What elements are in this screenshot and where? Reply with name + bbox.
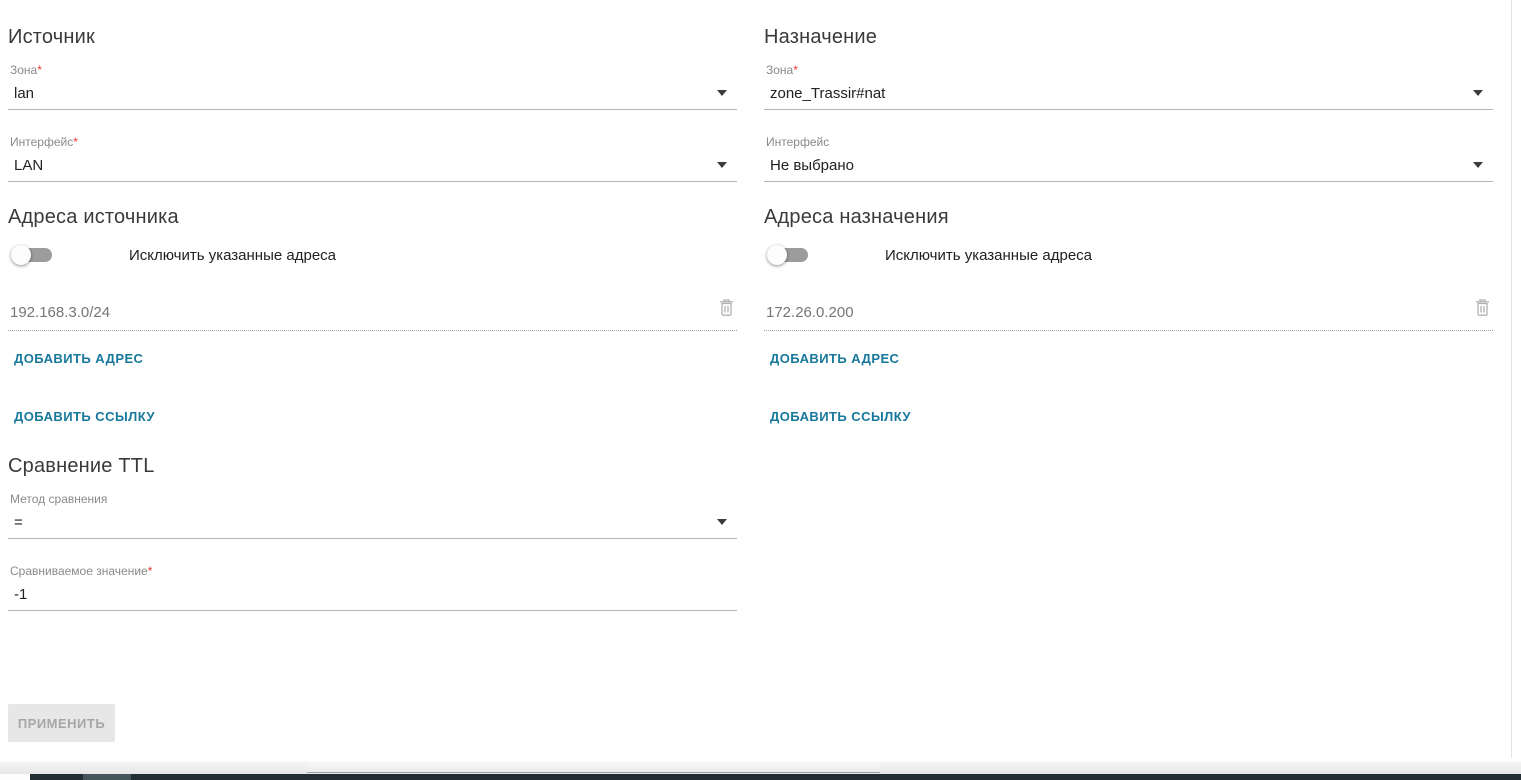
source-address-input[interactable] — [8, 303, 718, 322]
horizontal-scrollbar-track[interactable] — [0, 761, 1521, 774]
destination-zone-value[interactable]: zone_Trassir#nat — [764, 84, 1493, 103]
chevron-down-icon[interactable] — [717, 162, 727, 168]
required-asterisk: * — [147, 564, 153, 578]
trash-icon[interactable] — [718, 297, 735, 322]
source-interface-label: Интерфейс* — [8, 135, 737, 149]
ttl-value-field[interactable]: Сравниваемое значение* -1 — [8, 564, 737, 611]
destination-zone-label: Зона* — [764, 63, 1493, 77]
source-interface-label-text: Интерфейс — [10, 135, 74, 149]
source-exclude-toggle-row: Исключить указанные адреса — [8, 243, 737, 267]
source-zone-select[interactable]: Зона* lan — [8, 63, 737, 110]
destination-address-row — [764, 297, 1493, 331]
destination-interface-select[interactable]: Интерфейс Не выбрано — [764, 135, 1493, 182]
ttl-value-label: Сравниваемое значение* — [8, 564, 737, 578]
destination-exclude-toggle-row: Исключить указанные адреса — [764, 243, 1493, 267]
source-column: Источник Зона* lan Интерфейс* LAN Адреса… — [8, 0, 737, 611]
chevron-down-icon[interactable] — [717, 90, 727, 96]
horizontal-scrollbar-thumb[interactable] — [307, 763, 880, 773]
ttl-method-label-text: Метод сравнения — [10, 492, 108, 506]
toggle-thumb — [767, 245, 787, 265]
vertical-scrollbar-edge — [1511, 0, 1512, 758]
ttl-method-label: Метод сравнения — [8, 492, 737, 506]
required-asterisk: * — [37, 63, 42, 77]
taskbar-edge — [0, 774, 1521, 780]
destination-interface-label: Интерфейс — [764, 135, 1493, 149]
source-exclude-toggle[interactable] — [11, 245, 55, 265]
source-zone-value[interactable]: lan — [8, 84, 737, 103]
source-interface-select[interactable]: Интерфейс* LAN — [8, 135, 737, 182]
destination-exclude-toggle-label: Исключить указанные адреса — [885, 246, 1092, 264]
chevron-down-icon[interactable] — [717, 519, 727, 525]
destination-add-link-button[interactable]: ДОБАВИТЬ ССЫЛКУ — [764, 409, 911, 425]
ttl-title: Сравнение TTL — [8, 455, 155, 477]
taskbar-item-highlight — [83, 774, 131, 780]
destination-interface-value[interactable]: Не выбрано — [764, 156, 1493, 175]
source-address-row — [8, 297, 737, 331]
destination-address-input[interactable] — [764, 303, 1474, 322]
destination-add-address-button[interactable]: ДОБАВИТЬ АДРЕС — [764, 351, 899, 367]
destination-title: Назначение — [764, 26, 878, 48]
trash-icon[interactable] — [1474, 297, 1491, 322]
source-zone-label: Зона* — [8, 63, 737, 77]
required-asterisk: * — [793, 63, 798, 77]
destination-exclude-toggle[interactable] — [767, 245, 811, 265]
source-exclude-toggle-label: Исключить указанные адреса — [129, 246, 336, 264]
destination-interface-label-text: Интерфейс — [766, 135, 830, 149]
required-asterisk: * — [73, 135, 78, 149]
source-title: Источник — [8, 26, 95, 48]
destination-addresses-title: Адреса назначения — [764, 206, 949, 228]
source-add-link-button[interactable]: ДОБАВИТЬ ССЫЛКУ — [8, 409, 155, 425]
ttl-method-value[interactable]: = — [8, 513, 737, 532]
source-zone-label-text: Зона — [10, 63, 38, 77]
source-interface-value[interactable]: LAN — [8, 156, 737, 175]
destination-column: Назначение Зона* zone_Trassir#nat Интерф… — [764, 0, 1493, 611]
source-addresses-title: Адреса источника — [8, 206, 179, 228]
chevron-down-icon[interactable] — [1473, 162, 1483, 168]
chevron-down-icon[interactable] — [1473, 90, 1483, 96]
ttl-method-select[interactable]: Метод сравнения = — [8, 492, 737, 539]
ttl-value-label-text: Сравниваемое значение — [10, 564, 148, 578]
form-columns: Источник Зона* lan Интерфейс* LAN Адреса… — [0, 0, 1521, 611]
source-add-address-button[interactable]: ДОБАВИТЬ АДРЕС — [8, 351, 143, 367]
toggle-thumb — [11, 245, 31, 265]
apply-button[interactable]: ПРИМЕНИТЬ — [8, 704, 115, 742]
taskbar-corner — [0, 774, 30, 780]
ttl-value-value[interactable]: -1 — [8, 585, 737, 604]
destination-zone-label-text: Зона — [766, 63, 794, 77]
destination-zone-select[interactable]: Зона* zone_Trassir#nat — [764, 63, 1493, 110]
